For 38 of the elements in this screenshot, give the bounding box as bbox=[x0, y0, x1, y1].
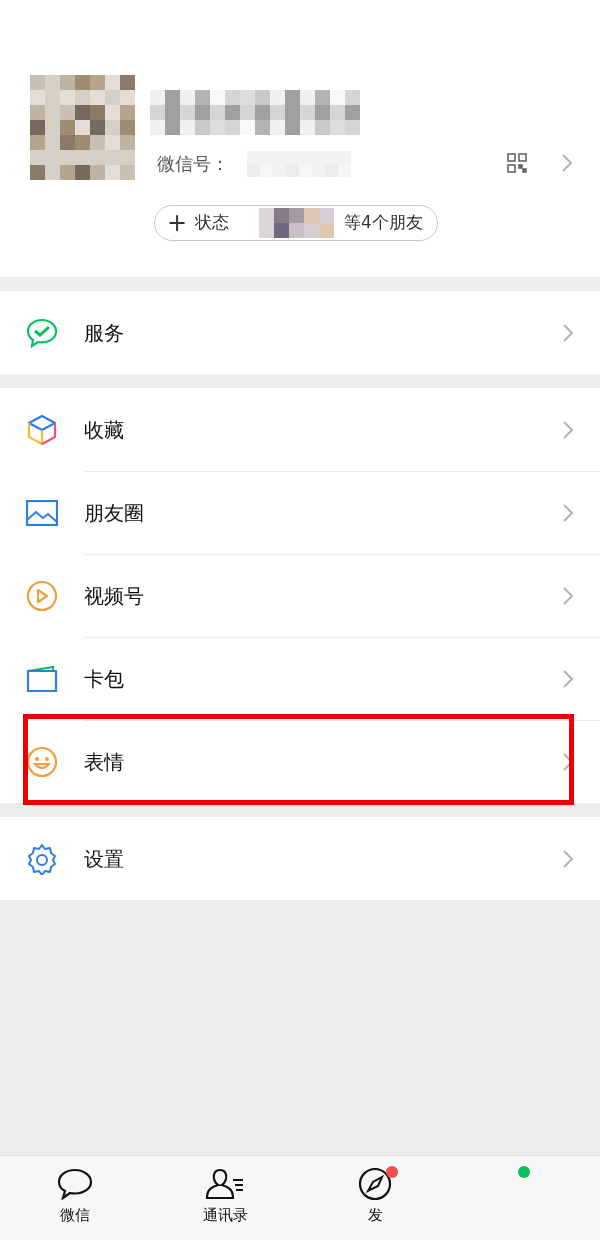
menu-item[interactable]: 卡包 bbox=[0, 637, 600, 720]
chevron-icon bbox=[562, 669, 574, 689]
settings-icon bbox=[26, 842, 58, 875]
chat-bubble-icon bbox=[57, 1168, 93, 1200]
menu-item-label: 朋友圈 bbox=[84, 500, 145, 527]
menu-item[interactable]: 设置 bbox=[0, 817, 600, 900]
tab-label[interactable]: 发 bbox=[367, 1204, 383, 1227]
menu-item-label: 表情 bbox=[84, 749, 125, 776]
play-circle-icon bbox=[26, 579, 58, 612]
chevron-icon bbox=[562, 419, 574, 440]
tab-label[interactable]: 通讯录 bbox=[202, 1204, 248, 1227]
status-button[interactable]: + 状态 等4个朋友 bbox=[154, 205, 438, 241]
compass-icon bbox=[358, 1167, 392, 1201]
friends-count-text: 等4个朋友 bbox=[344, 211, 423, 235]
qr-code-icon[interactable] bbox=[507, 153, 527, 173]
menu-item-label: 卡包 bbox=[84, 666, 125, 693]
menu-item[interactable]: 服务 bbox=[0, 291, 600, 374]
chevron-icon bbox=[562, 586, 574, 606]
chevron-icon bbox=[562, 503, 574, 523]
chevron-icon bbox=[561, 153, 573, 173]
chevron-icon bbox=[562, 322, 574, 343]
menu-item[interactable]: 朋友圈 bbox=[0, 471, 600, 554]
menu-item[interactable]: 视频号 bbox=[0, 554, 600, 637]
menu-item-label: 收藏 bbox=[84, 416, 125, 444]
smiley-icon bbox=[26, 745, 58, 778]
menu-item[interactable]: 收藏 bbox=[0, 388, 600, 471]
chevron-icon bbox=[562, 848, 574, 869]
menu-item-label: 设置 bbox=[84, 845, 125, 873]
tab-label[interactable]: 微信 bbox=[60, 1204, 90, 1227]
landscape-icon bbox=[26, 499, 58, 526]
menu-item-label: 视频号 bbox=[84, 583, 145, 610]
menu-item[interactable]: 表情 bbox=[0, 720, 600, 803]
menu-item-label: 服务 bbox=[84, 319, 125, 347]
cube-icon bbox=[27, 413, 57, 446]
wallet-icon bbox=[26, 664, 58, 693]
chat-check-icon bbox=[26, 317, 58, 348]
contact-person-icon bbox=[205, 1168, 245, 1200]
wechat-id-label: 微信号： bbox=[157, 152, 229, 176]
